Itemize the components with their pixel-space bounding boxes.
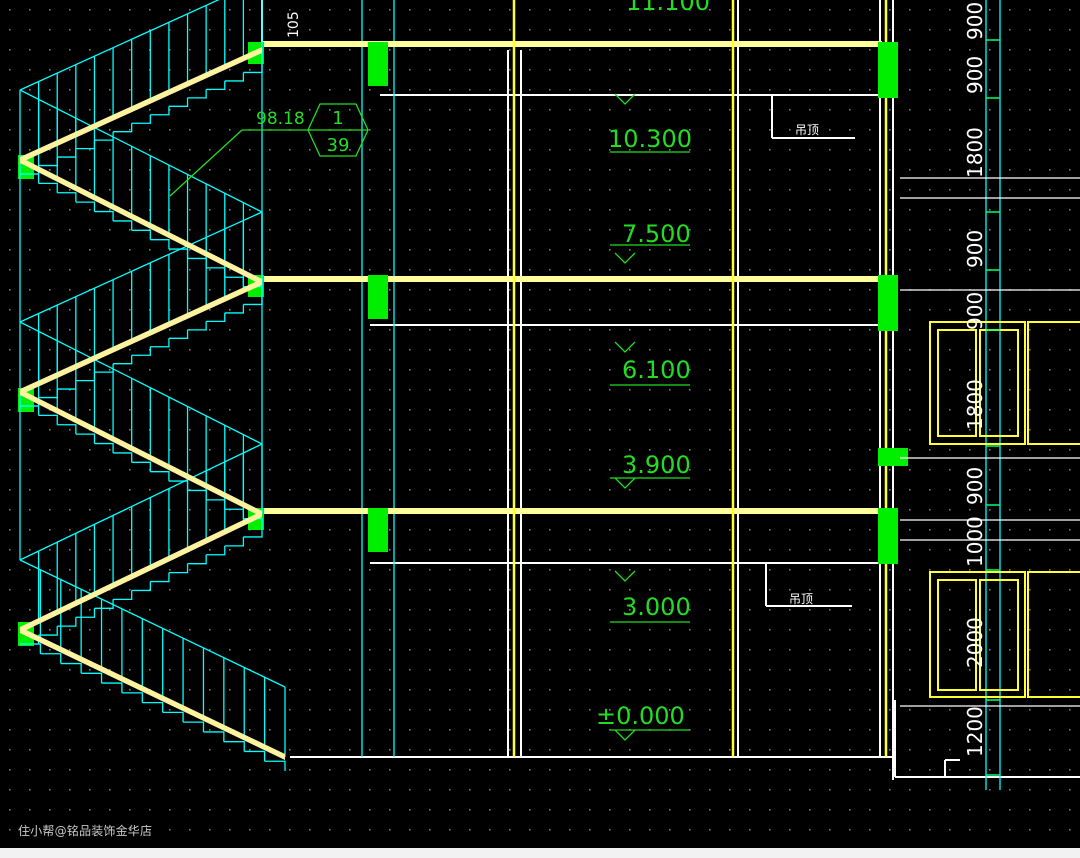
callout-label: 98.18 — [256, 109, 305, 129]
dimension-label: 105 — [286, 11, 302, 38]
elevation-label: 6.100 — [622, 356, 691, 384]
callout-number: 1 — [332, 108, 343, 129]
elevation-label: 7.500 — [622, 220, 691, 248]
section-drawing: 98.18 1 39 10.300 7.500 6.100 3.900 3.00… — [0, 0, 1080, 858]
ceiling-note: 吊顶 — [795, 123, 819, 137]
dimension-label: 1800 — [963, 379, 987, 430]
elevation-label: ±0.000 — [596, 702, 685, 730]
dimension-label: 1200 — [963, 706, 987, 757]
dimension-label: 900 — [963, 292, 987, 330]
cad-canvas: 98.18 1 39 10.300 7.500 6.100 3.900 3.00… — [0, 0, 1080, 858]
elevation-label: 3.900 — [622, 451, 691, 479]
dimension-label: 2000 — [963, 617, 987, 668]
dot-grid — [0, 0, 1080, 858]
dimension-label: 900 — [963, 56, 987, 94]
elevation-label: 10.300 — [608, 125, 692, 153]
dimension-label: 900 — [963, 230, 987, 268]
dimension-label: 1800 — [963, 127, 987, 178]
dimension-label: 900 — [963, 467, 987, 505]
bottom-bar — [0, 848, 1080, 858]
callout-sheet: 39 — [327, 135, 350, 156]
ceiling-note: 吊顶 — [789, 592, 813, 606]
watermark: 住小帮@铭品装饰金华店 — [18, 824, 153, 838]
elevation-label: 11.100 — [626, 0, 710, 16]
dimension-label: 1000 — [963, 516, 987, 567]
elevation-label: 3.000 — [622, 593, 691, 621]
dimension-label: 900 — [963, 2, 987, 40]
